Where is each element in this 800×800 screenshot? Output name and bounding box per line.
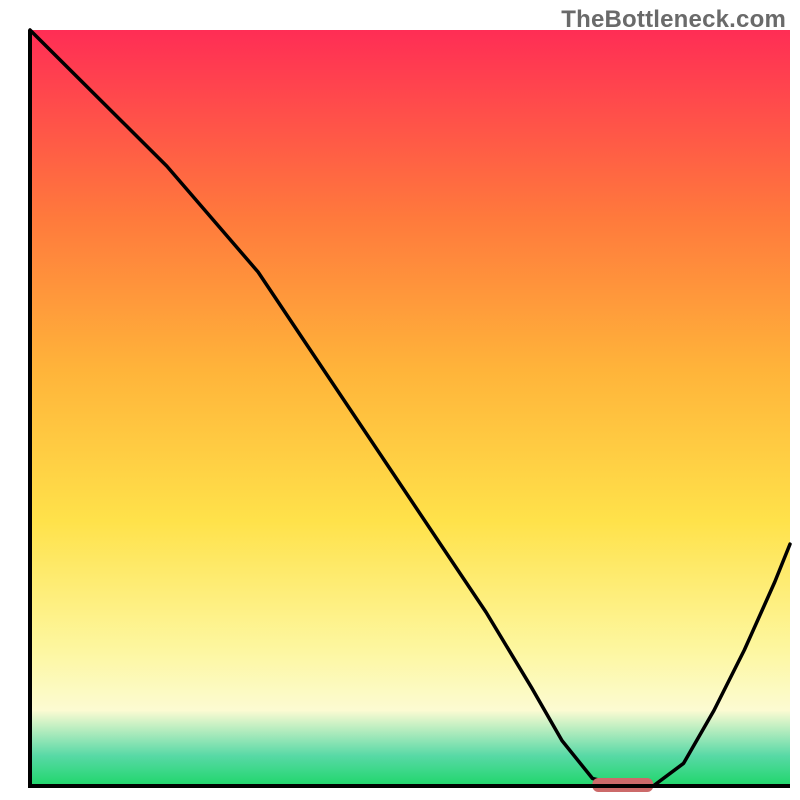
chart-svg [0,0,800,800]
watermark-text: TheBottleneck.com [561,6,786,34]
chart-stage: TheBottleneck.com [0,0,800,800]
